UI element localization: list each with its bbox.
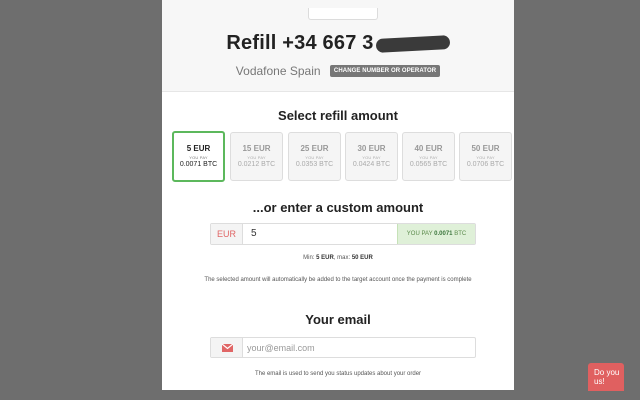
min-value: 5 EUR: [316, 255, 334, 261]
custom-amount-title: ...or enter a custom amount: [252, 200, 424, 215]
amount-eur: 50 EUR: [471, 144, 500, 153]
amount-eur: 5 EUR: [186, 144, 211, 153]
custom-amount-input[interactable]: 5: [251, 224, 391, 244]
amount-option-5[interactable]: 5 EUR YOU PAY 0.0071 BTC: [172, 131, 225, 182]
chat-widget-button[interactable]: Do you us!: [588, 363, 624, 391]
envelope-icon: [211, 338, 243, 357]
amount-option-25[interactable]: 25 EUR YOU PAY 0.0353 BTC: [288, 132, 341, 181]
you-pay-label: YOU PAY: [362, 155, 381, 160]
amount-note: The selected amount will automatically b…: [204, 277, 472, 283]
you-pay-addon: YOU PAY 0.0071 BTC: [397, 224, 475, 244]
amount-options: 5 EUR YOU PAY 0.0071 BTC 15 EUR YOU PAY …: [172, 131, 514, 182]
page-title: Refill +34 667 3: [162, 32, 514, 55]
min-max-text: Min: 5 EUR, max: 50 EUR: [162, 255, 514, 261]
amount-option-30[interactable]: 30 EUR YOU PAY 0.0424 BTC: [345, 132, 398, 181]
amount-btc: 0.0706 BTC: [466, 161, 505, 168]
change-operator-button[interactable]: CHANGE NUMBER OR OPERATOR: [329, 64, 441, 77]
amount-btc: 0.0424 BTC: [352, 161, 391, 168]
redacted-number: [375, 34, 450, 53]
email-title: Your email: [305, 312, 371, 327]
you-pay-label: YOU PAY: [406, 231, 433, 237]
chat-label-line1: Do you: [594, 368, 620, 377]
custom-amount-field[interactable]: EUR 5 YOU PAY 0.0071 BTC: [210, 223, 476, 245]
header: Refill +34 667 3 Vodafone Spain CHANGE N…: [162, 0, 514, 92]
amount-btc: 0.0071 BTC: [179, 161, 218, 168]
amount-eur: 30 EUR: [357, 144, 386, 153]
amount-btc: 0.0212 BTC: [237, 161, 276, 168]
you-pay-label: YOU PAY: [419, 155, 438, 160]
max-value: 50 EUR: [351, 255, 373, 261]
you-pay-label: YOU PAY: [476, 155, 495, 160]
amount-option-50[interactable]: 50 EUR YOU PAY 0.0706 BTC: [459, 132, 512, 181]
amount-eur: 15 EUR: [242, 144, 271, 153]
you-pay-label: YOU PAY: [189, 155, 208, 160]
min-label: Min:: [303, 255, 315, 261]
refill-phone-label: Refill +34 667 3: [226, 32, 374, 54]
amount-btc: 0.0353 BTC: [295, 161, 334, 168]
amount-btc: 0.0565 BTC: [409, 161, 448, 168]
refill-card: Refill +34 667 3 Vodafone Spain CHANGE N…: [162, 0, 514, 390]
email-field[interactable]: [210, 337, 476, 358]
email-note: The email is used to send you status upd…: [254, 371, 422, 377]
email-input[interactable]: [247, 340, 467, 355]
amount-eur: 40 EUR: [414, 144, 443, 153]
amount-option-15[interactable]: 15 EUR YOU PAY 0.0212 BTC: [230, 132, 283, 181]
header-tab: [308, 8, 378, 20]
amount-eur: 25 EUR: [300, 144, 329, 153]
amount-option-40[interactable]: 40 EUR YOU PAY 0.0565 BTC: [402, 132, 455, 181]
you-pay-label: YOU PAY: [305, 155, 324, 160]
you-pay-label: YOU PAY: [247, 155, 266, 160]
you-pay-unit: BTC: [454, 231, 467, 237]
select-amount-title: Select refill amount: [278, 108, 398, 123]
you-pay-value: 0.0071: [434, 231, 453, 237]
max-label: , max:: [333, 255, 351, 261]
operator-name: Vodafone Spain: [235, 63, 321, 78]
operator-row: Vodafone Spain CHANGE NUMBER OR OPERATOR: [162, 63, 514, 78]
chat-label-line2: us!: [594, 377, 605, 386]
currency-addon: EUR: [211, 224, 243, 244]
